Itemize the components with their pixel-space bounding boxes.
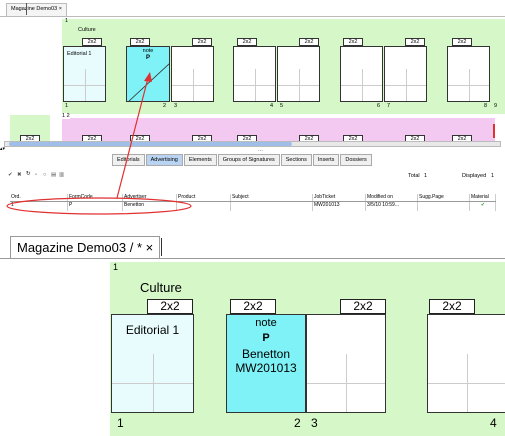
page-format-label: 2x2 xyxy=(340,299,386,314)
page-editorial-1-large[interactable]: Editorial 1 xyxy=(111,314,194,413)
editorial-label: Editorial 1 xyxy=(125,323,180,337)
page-ad-benetton[interactable]: note P Benetton MW201013 xyxy=(226,314,306,413)
tab-divider xyxy=(26,3,27,15)
page-number: 1 xyxy=(117,416,124,430)
page-format-label: 2x2 xyxy=(147,299,193,314)
page-number: 2 xyxy=(294,416,301,430)
section-number: 1 xyxy=(65,18,69,24)
tab-underline xyxy=(0,16,505,17)
section-title-large: Culture xyxy=(140,280,182,295)
document-tab-large[interactable]: Magazine Demo03 / * × xyxy=(10,236,161,258)
note-label: note xyxy=(255,317,277,329)
page-number: 4 xyxy=(490,416,497,430)
annotation-overlay xyxy=(6,72,192,215)
document-tab-small[interactable]: Magazine Demo03 × xyxy=(6,3,67,16)
page-number: 3 xyxy=(311,416,318,430)
page-blank-large[interactable] xyxy=(306,314,386,413)
tab-divider xyxy=(161,238,162,256)
page-blank-large[interactable] xyxy=(427,314,505,413)
section-number-large: 1 xyxy=(113,262,119,272)
note-code: P xyxy=(262,332,270,344)
tab-underline xyxy=(0,258,505,259)
job-ticket: MW201013 xyxy=(235,361,297,375)
advertiser-name: Benetton xyxy=(241,347,291,361)
section-title: Culture xyxy=(78,27,96,33)
page-format-label: 2x2 xyxy=(429,299,475,314)
page-format-label: 2x2 xyxy=(230,299,276,314)
